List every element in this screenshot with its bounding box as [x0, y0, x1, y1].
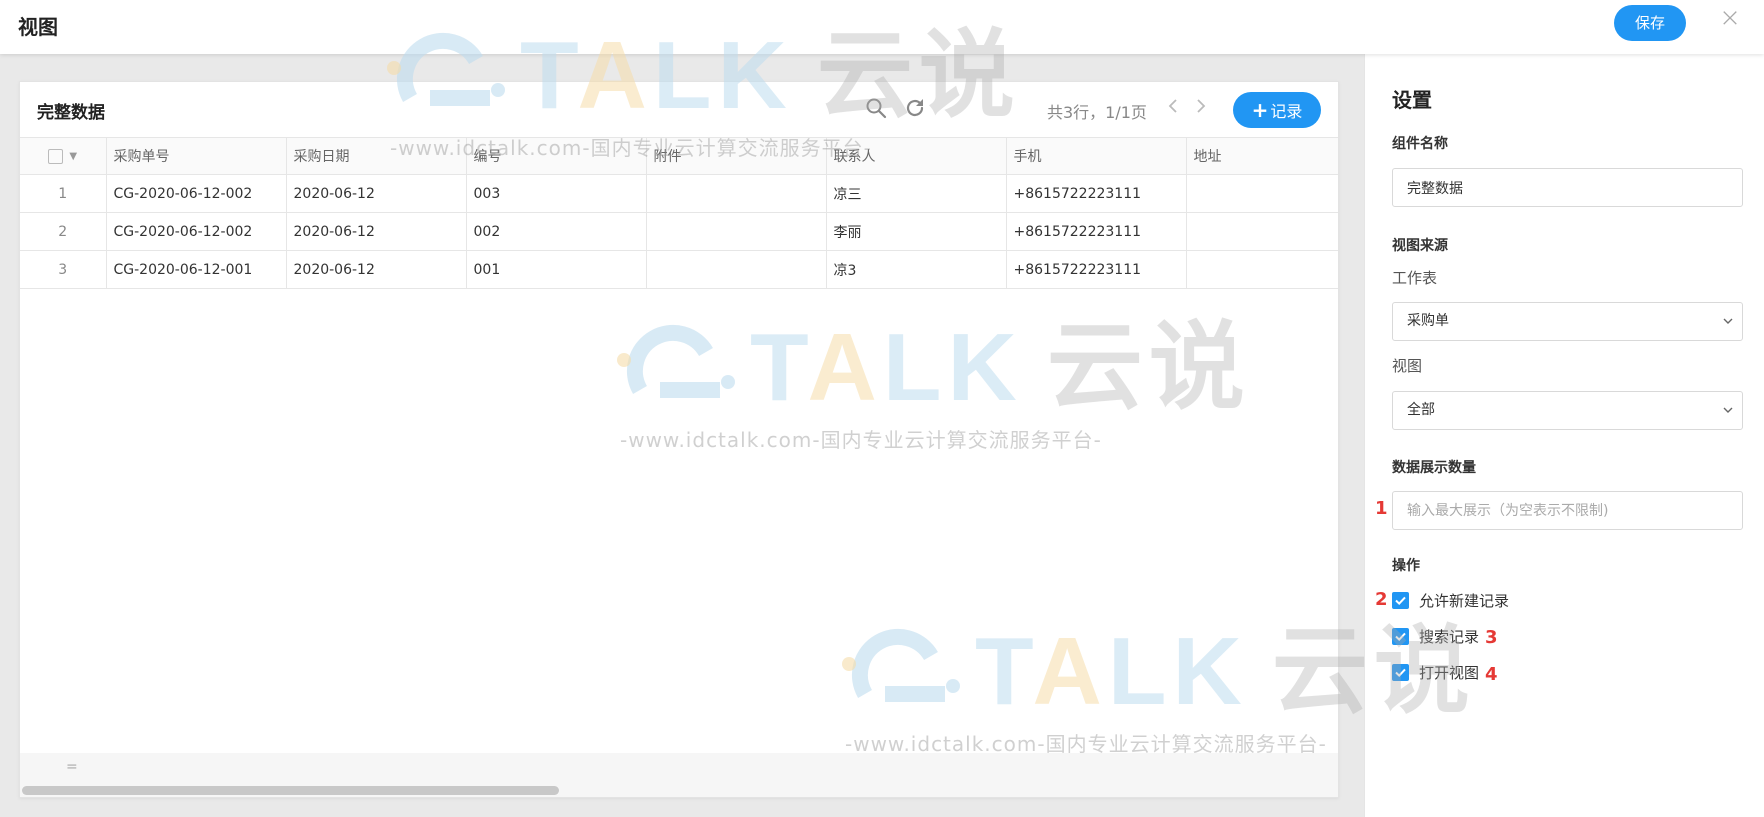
- top-bar: 视图 保存 ×: [0, 0, 1764, 54]
- checkmark-icon: [1395, 632, 1406, 641]
- allow-new-record-option[interactable]: 允许新建记录: [1392, 589, 1509, 611]
- worksheet-select[interactable]: 采购单: [1392, 302, 1743, 341]
- table-cell[interactable]: 2020-06-12: [285, 250, 467, 289]
- view-component-card: 完整数据 共3行，1/1页 + 记录 ▼ 采购单号 采购日期 编号 附件 联系人…: [19, 81, 1339, 798]
- column-header[interactable]: 地址: [1185, 137, 1338, 175]
- table-cell[interactable]: 003: [465, 174, 647, 213]
- chevron-left-icon[interactable]: [1167, 95, 1179, 122]
- card-title: 完整数据: [37, 103, 105, 123]
- view-select[interactable]: 全部: [1392, 391, 1743, 430]
- row-number: 3: [20, 250, 107, 289]
- annotation-marker: 2: [1375, 589, 1388, 610]
- page-title: 视图: [18, 15, 58, 39]
- plus-icon: +: [1251, 98, 1269, 122]
- table-cell[interactable]: [1185, 212, 1338, 251]
- component-name-input[interactable]: [1392, 168, 1743, 207]
- records-table: ▼ 采购单号 采购日期 编号 附件 联系人 手机 地址 1 CG-2020-06…: [20, 137, 1338, 289]
- table-cell[interactable]: 002: [465, 212, 647, 251]
- view-selected-value: 全部: [1407, 402, 1435, 418]
- column-header[interactable]: 编号: [465, 137, 647, 175]
- option-label: 搜索记录: [1419, 627, 1480, 646]
- close-icon[interactable]: ×: [1718, 4, 1742, 32]
- table-cell[interactable]: 凉3: [825, 250, 1007, 289]
- annotation-marker: 3: [1485, 627, 1498, 648]
- chevron-down-icon: [1723, 318, 1733, 324]
- table-cell[interactable]: 2020-06-12: [285, 212, 467, 251]
- table-cell[interactable]: +8615722223111: [1005, 174, 1187, 213]
- open-view-option[interactable]: 打开视图: [1392, 661, 1479, 683]
- table-header-row: ▼ 采购单号 采购日期 编号 附件 联系人 手机 地址: [20, 137, 1338, 175]
- checkbox-checked[interactable]: [1392, 591, 1409, 609]
- table-cell[interactable]: [645, 212, 827, 251]
- record-count-text: 共3行，1/1页: [1047, 103, 1147, 122]
- row-number: 2: [20, 212, 107, 251]
- worksheet-selected-value: 采购单: [1407, 313, 1449, 329]
- option-label: 允许新建记录: [1419, 591, 1510, 610]
- table-cell[interactable]: +8615722223111: [1005, 212, 1187, 251]
- column-header[interactable]: 联系人: [825, 137, 1007, 175]
- table-row[interactable]: 1 CG-2020-06-12-002 2020-06-12 003 凉三 +8…: [20, 174, 1338, 213]
- annotation-marker: 4: [1485, 664, 1498, 685]
- select-all-checkbox[interactable]: [48, 148, 64, 164]
- save-button[interactable]: 保存: [1614, 5, 1686, 41]
- table-cell[interactable]: CG-2020-06-12-002: [105, 212, 287, 251]
- table-row[interactable]: 3 CG-2020-06-12-001 2020-06-12 001 凉3 +8…: [20, 250, 1338, 289]
- select-all-header[interactable]: ▼: [20, 137, 107, 175]
- add-record-button[interactable]: + 记录: [1233, 92, 1321, 128]
- option-label: 打开视图: [1419, 663, 1480, 682]
- display-count-label: 数据展示数量: [1392, 460, 1476, 476]
- checkbox-checked[interactable]: [1392, 627, 1409, 645]
- annotation-marker: 1: [1375, 498, 1388, 519]
- checkmark-icon: [1395, 668, 1406, 677]
- checkbox-checked[interactable]: [1392, 663, 1409, 681]
- table-cell[interactable]: 李丽: [825, 212, 1007, 251]
- table-row[interactable]: 2 CG-2020-06-12-002 2020-06-12 002 李丽 +8…: [20, 212, 1338, 251]
- horizontal-scrollbar[interactable]: [22, 786, 559, 795]
- preview-canvas: 完整数据 共3行，1/1页 + 记录 ▼ 采购单号 采购日期 编号 附件 联系人…: [0, 54, 1364, 817]
- table-cell[interactable]: [1185, 174, 1338, 213]
- view-source-label: 视图来源: [1392, 238, 1448, 254]
- display-count-input[interactable]: [1392, 491, 1743, 530]
- table-cell[interactable]: [645, 174, 827, 213]
- row-number: 1: [20, 174, 107, 213]
- settings-title: 设置: [1392, 88, 1432, 112]
- card-footer: =: [20, 753, 1338, 797]
- checkmark-icon: [1395, 596, 1406, 605]
- chevron-right-icon[interactable]: [1195, 95, 1207, 122]
- add-record-label: 记录: [1270, 102, 1303, 121]
- summary-row-glyph: =: [66, 759, 78, 775]
- table-cell[interactable]: [645, 250, 827, 289]
- search-icon[interactable]: [864, 96, 888, 120]
- table-cell[interactable]: +8615722223111: [1005, 250, 1187, 289]
- table-cell[interactable]: 2020-06-12: [285, 174, 467, 213]
- actions-label: 操作: [1392, 558, 1420, 574]
- chevron-down-icon[interactable]: ▼: [69, 151, 77, 162]
- chevron-down-icon: [1723, 407, 1733, 413]
- table-cell[interactable]: 凉三: [825, 174, 1007, 213]
- table-cell[interactable]: CG-2020-06-12-001: [105, 250, 287, 289]
- worksheet-label: 工作表: [1392, 269, 1438, 287]
- column-header[interactable]: 采购日期: [285, 137, 467, 175]
- table-cell[interactable]: CG-2020-06-12-002: [105, 174, 287, 213]
- table-cell[interactable]: 001: [465, 250, 647, 289]
- refresh-icon[interactable]: [903, 96, 927, 120]
- column-header[interactable]: 采购单号: [105, 137, 287, 175]
- view-label: 视图: [1392, 357, 1423, 375]
- column-header[interactable]: 附件: [645, 137, 827, 175]
- table-cell[interactable]: [1185, 250, 1338, 289]
- search-records-option[interactable]: 搜索记录: [1392, 625, 1479, 647]
- settings-panel: 设置 组件名称 视图来源 工作表 采购单 视图 全部 数据展示数量 操作 允许新…: [1364, 54, 1764, 817]
- column-header[interactable]: 手机: [1005, 137, 1187, 175]
- component-name-label: 组件名称: [1392, 136, 1448, 152]
